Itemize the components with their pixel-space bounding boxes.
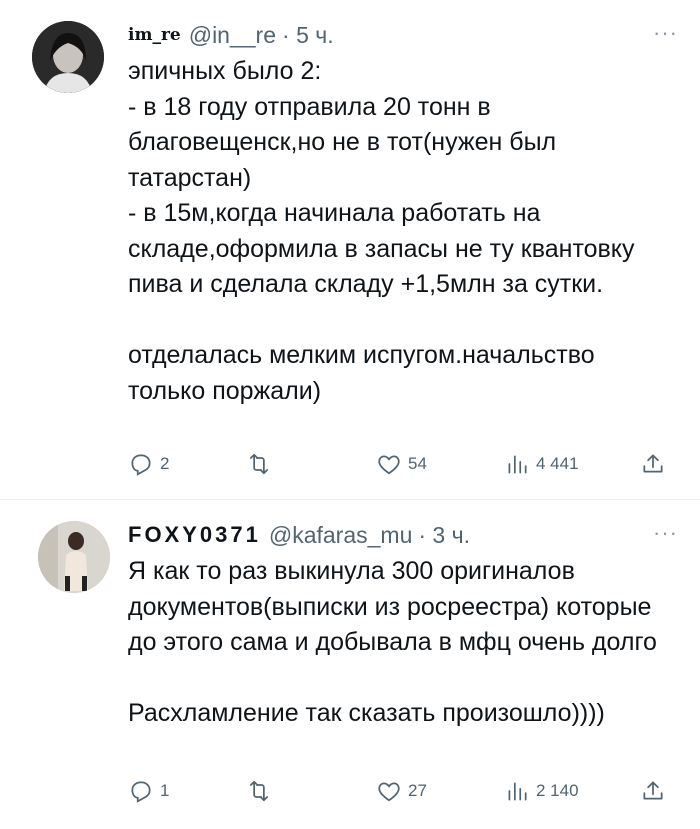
share-icon <box>643 454 663 473</box>
like-icon <box>378 782 400 802</box>
reply-button[interactable]: 1 <box>128 778 169 804</box>
retweet-icon <box>250 453 268 475</box>
author-handle[interactable]: @kafaras_mu <box>269 522 413 549</box>
retweet-button[interactable] <box>246 451 278 477</box>
avatar-photo <box>38 521 110 593</box>
tweet-text: эпичных было 2: - в 18 году отправила 20… <box>128 57 635 405</box>
tweet-header: FOXY0371 @kafaras_mu · 3 ч. <box>128 518 670 552</box>
reply-icon <box>131 781 151 803</box>
tweet-text: Я как то раз выкинула 300 оригиналов док… <box>128 557 657 727</box>
avatar[interactable] <box>38 521 110 593</box>
author-handle[interactable]: @in__re <box>189 22 276 49</box>
author-name[interactable]: im_re <box>128 25 181 45</box>
views-icon <box>508 455 527 474</box>
views-icon <box>508 782 527 801</box>
like-button[interactable]: 27 <box>376 778 427 804</box>
tweet-actions: 2 54 4 441 <box>128 449 666 479</box>
reply-count: 1 <box>160 781 170 800</box>
views-count: 4 441 <box>536 454 579 473</box>
tweet-header: im_re @in__re · 5 ч. <box>128 18 670 52</box>
like-icon <box>378 455 400 475</box>
tweet-content: FOXY0371 @kafaras_mu · 3 ч. Я как то раз… <box>128 518 670 732</box>
views-button[interactable]: 2 140 <box>504 778 579 804</box>
retweet-icon <box>250 780 268 802</box>
like-count: 54 <box>408 454 427 473</box>
reply-count: 2 <box>160 454 170 473</box>
tweet-content: im_re @in__re · 5 ч. эпичных было 2: - в… <box>128 18 670 409</box>
share-button[interactable] <box>640 778 666 804</box>
views-count: 2 140 <box>536 781 579 800</box>
tweet-actions: 1 27 2 140 <box>128 776 666 806</box>
tweet-time[interactable]: · 3 ч. <box>418 522 470 549</box>
reply-icon <box>131 454 151 476</box>
share-icon <box>643 781 663 800</box>
avatar[interactable] <box>32 21 104 93</box>
tweet-2[interactable]: ··· FOXY0371 @kafaras_mu · 3 ч. Я как то… <box>0 500 700 829</box>
like-count: 27 <box>408 781 427 800</box>
tweet-time[interactable]: · 5 ч. <box>282 22 334 49</box>
retweet-button[interactable] <box>246 778 278 804</box>
views-button[interactable]: 4 441 <box>504 451 579 477</box>
tweet-1[interactable]: ··· im_re @in__re · 5 ч. эпичных было 2:… <box>0 0 700 500</box>
share-button[interactable] <box>640 451 666 477</box>
like-button[interactable]: 54 <box>376 451 427 477</box>
reply-button[interactable]: 2 <box>128 451 169 477</box>
avatar-photo <box>32 21 104 93</box>
author-name[interactable]: FOXY0371 <box>128 522 261 548</box>
